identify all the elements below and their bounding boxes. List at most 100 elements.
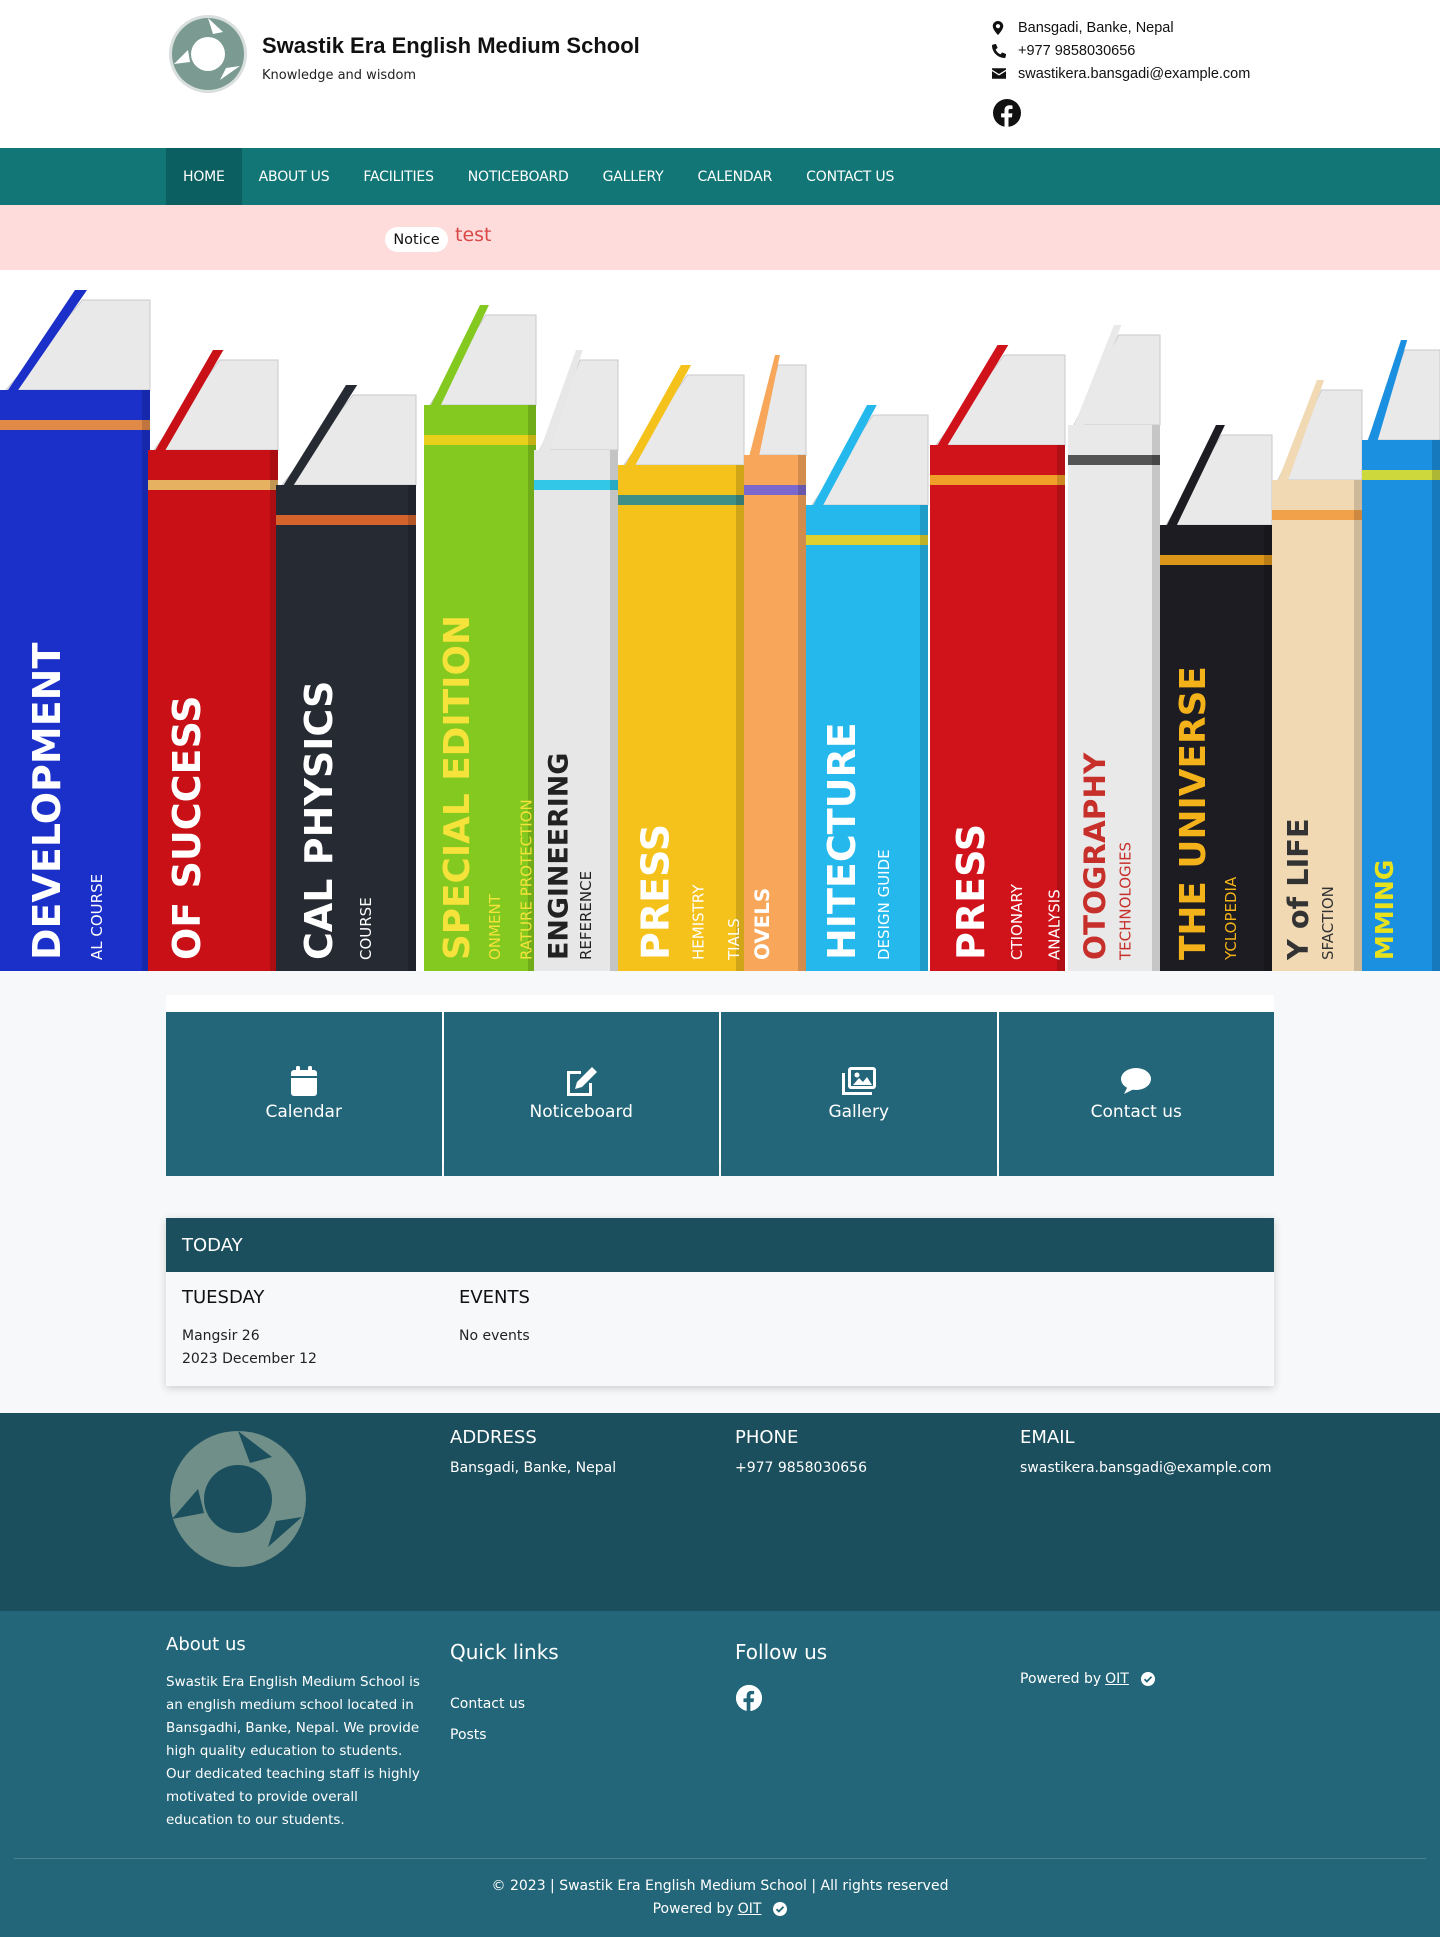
header-address: Bansgadi, Banke, Nepal [992, 16, 1250, 39]
notice-bar [0, 205, 1440, 270]
hero-book-title: COURSE [357, 897, 375, 960]
powered-by: Powered by OIT [1020, 1671, 1155, 1687]
header-contact-list: Bansgadi, Banke, Nepal +977 9858030656 s… [992, 16, 1250, 85]
nav-noticeboard[interactable]: NOTICEBOARD [451, 148, 586, 205]
nav-calendar[interactable]: CALENDAR [680, 148, 789, 205]
powered-by-link[interactable]: OIT [738, 1901, 762, 1917]
footer-divider [14, 1858, 1426, 1859]
header-email: swastikera.bansgadi@example.com [992, 62, 1250, 85]
tile-gallery-label: Gallery [828, 1102, 890, 1122]
hero-book-title: Y of LIFE [1281, 818, 1315, 961]
hero-banner: DEVELOPMENT AL COURSE OF SUCCESS CAL PHYSIC… [0, 270, 1440, 971]
check-circle-icon [1140, 1672, 1155, 1686]
footer-address-heading: ADDRESS [450, 1427, 537, 1448]
footer-logo [168, 1427, 312, 1577]
tile-gallery[interactable]: Gallery [721, 1012, 997, 1176]
footer-address-col: ADDRESS Bansgadi, Banke, Nepal [450, 1427, 616, 1476]
powered-by-bottom: Powered by OIT [0, 1901, 1440, 1917]
hero-book-title: OVELS [751, 888, 774, 960]
footer-address: Bansgadi, Banke, Nepal [450, 1460, 617, 1476]
today-heading: TODAY [166, 1218, 1274, 1272]
books-hero-image: DEVELOPMENT AL COURSE OF SUCCESS CAL PHYSIC… [0, 290, 1440, 971]
about-text: Swastik Era English Medium School is an … [166, 1674, 420, 1828]
notice-text[interactable]: test [455, 224, 492, 246]
hero-book-title: ANALYSIS [1046, 889, 1064, 960]
envelope-icon [992, 68, 1018, 79]
hero-book-title: DESIGN GUIDE [875, 849, 893, 960]
header-address-text: Bansgadi, Banke, Nepal [1018, 19, 1174, 36]
nav-facilities[interactable]: FACILITIES [346, 148, 450, 205]
nav-home[interactable]: HOME [166, 148, 242, 205]
nav-contact-us[interactable]: CONTACT US [789, 148, 911, 205]
facebook-icon[interactable] [992, 98, 1022, 128]
calendar-icon [290, 1066, 317, 1096]
tile-noticeboard[interactable]: Noticeboard [443, 1012, 719, 1176]
facebook-icon[interactable] [735, 1684, 763, 1712]
quick-section: Calendar Noticeboard Gallery Contact us [0, 971, 1440, 1413]
about-heading: About us [166, 1634, 246, 1655]
quick-tiles: Calendar Noticeboard Gallery Contact us [166, 995, 1274, 1176]
hero-book-title: THE UNIVERSE [1173, 666, 1214, 960]
hero-book-title: TIALS [725, 918, 743, 961]
copyright: © 2023 | Swastik Era English Medium Scho… [491, 1878, 949, 1894]
chat-icon [1121, 1066, 1152, 1096]
hero-book-title: TECHNOLOGIES [1117, 842, 1135, 961]
edit-icon [564, 1066, 598, 1096]
header-phone-text[interactable]: +977 9858030656 [1018, 43, 1135, 59]
hero-book-title: HEMISTRY [690, 884, 708, 960]
school-logo[interactable] [168, 14, 248, 94]
hero-book-title: PRESS [949, 824, 993, 960]
map-marker-icon [992, 20, 1018, 35]
hero-book-title: RATURE PROTECTION [518, 799, 536, 960]
header-email-text[interactable]: swastikera.bansgadi@example.com [1018, 66, 1250, 82]
quick-link-posts[interactable]: Posts [450, 1727, 487, 1743]
tile-contact-us[interactable]: Contact us [998, 1012, 1274, 1176]
tile-calendar-label: Calendar [265, 1102, 342, 1122]
powered-by-link[interactable]: OIT [1105, 1671, 1129, 1687]
school-tagline: Knowledge and wisdom [262, 68, 417, 83]
hero-book-title: CAL PHYSICS [297, 681, 341, 960]
follow-us-heading: Follow us [735, 1640, 828, 1664]
hero-book-title: SPECIAL EDITION [437, 615, 478, 960]
images-icon [841, 1066, 876, 1096]
check-circle-icon [773, 1902, 788, 1916]
today-english-date: 2023 December 12 [182, 1351, 317, 1367]
nav-gallery[interactable]: GALLERY [586, 148, 681, 205]
powered-by-prefix: Powered by [1020, 1671, 1102, 1687]
hero-book-title: YCLOPEDIA [1222, 876, 1240, 961]
tile-calendar[interactable]: Calendar [166, 1012, 442, 1176]
site-footer: About us Swastik Era English Medium Scho… [0, 1611, 1440, 1937]
footer-phone-col: PHONE +977 9858030656 [735, 1427, 867, 1476]
today-day: TUESDAY [182, 1287, 265, 1308]
phone-icon [992, 43, 1018, 58]
hero-book-title: MMING [1370, 860, 1399, 960]
header-phone: +977 9858030656 [992, 39, 1250, 62]
hero-book-title: DEVELOPMENT [25, 643, 69, 960]
hero-book-title: OF SUCCESS [165, 696, 209, 960]
tile-contact-label: Contact us [1090, 1102, 1182, 1122]
quick-links-heading: Quick links [450, 1640, 559, 1664]
nav-about-us[interactable]: ABOUT US [242, 148, 347, 205]
notice-badge: Notice [385, 227, 448, 252]
hero-book-title: ENGINEERING [544, 753, 575, 960]
site-header: Swastik Era English Medium School Knowle… [0, 0, 1440, 148]
school-name[interactable]: Swastik Era English Medium School [262, 33, 640, 59]
hero-book-title: SFACTION [1319, 886, 1337, 960]
hero-book-title: CTIONARY [1008, 883, 1026, 960]
footer-phone[interactable]: +977 9858030656 [735, 1460, 867, 1476]
today-nepali-date: Mangsir 26 [182, 1328, 260, 1344]
hero-book-title: PRESS [633, 824, 677, 960]
hero-book-title: OTOGRAPHY [1078, 752, 1112, 960]
hero-book-title: AL COURSE [88, 874, 106, 960]
hero-book-title: ONMENT [486, 893, 504, 960]
footer-contact: ADDRESS Bansgadi, Banke, Nepal PHONE +97… [0, 1413, 1440, 1611]
footer-email-col: EMAIL swastikera.bansgadi@example.com [1020, 1427, 1272, 1476]
quick-link-contact[interactable]: Contact us [450, 1696, 525, 1712]
hero-book-title: REFERENCE [577, 871, 595, 960]
hero-book [0, 290, 151, 971]
footer-email[interactable]: swastikera.bansgadi@example.com [1020, 1460, 1272, 1476]
powered-by-prefix: Powered by [652, 1901, 734, 1917]
hero-book-title: HITECTURE [820, 722, 864, 960]
footer-email-heading: EMAIL [1020, 1427, 1075, 1448]
events-heading: EVENTS [459, 1287, 530, 1308]
